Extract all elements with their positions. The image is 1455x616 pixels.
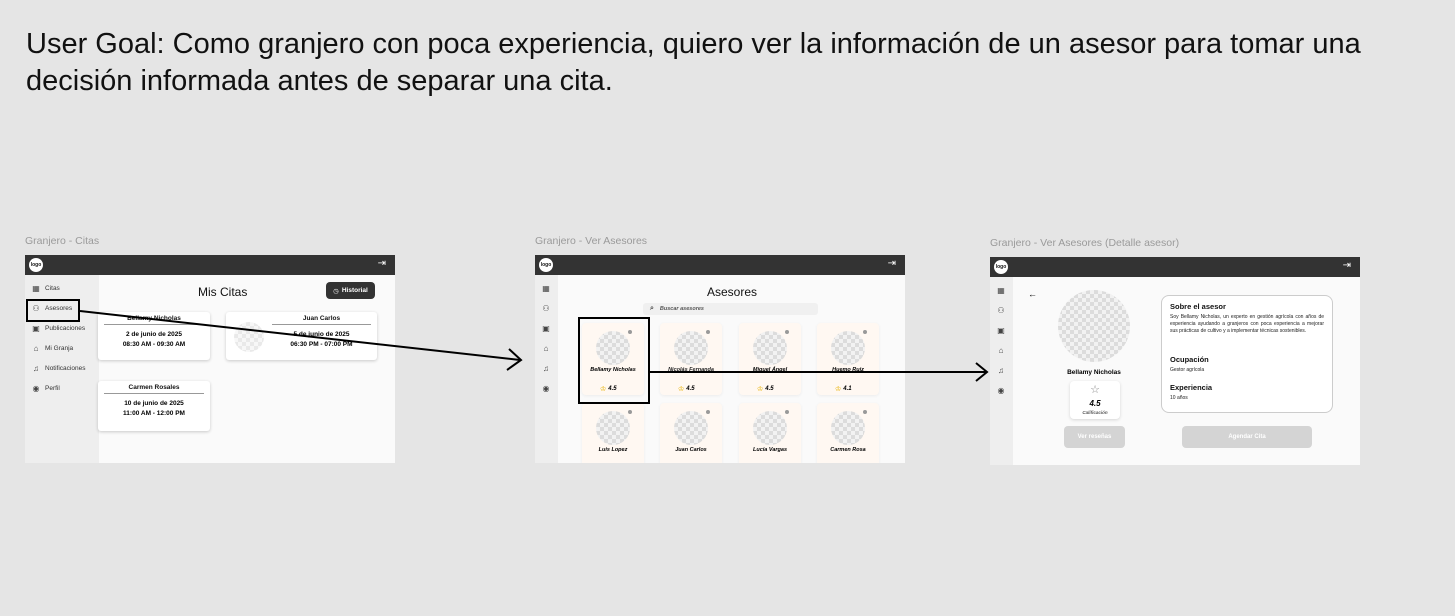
flow-arrows (79, 310, 989, 382)
arrow-to-asesores (79, 310, 523, 371)
arrow-to-detalle (650, 362, 989, 382)
